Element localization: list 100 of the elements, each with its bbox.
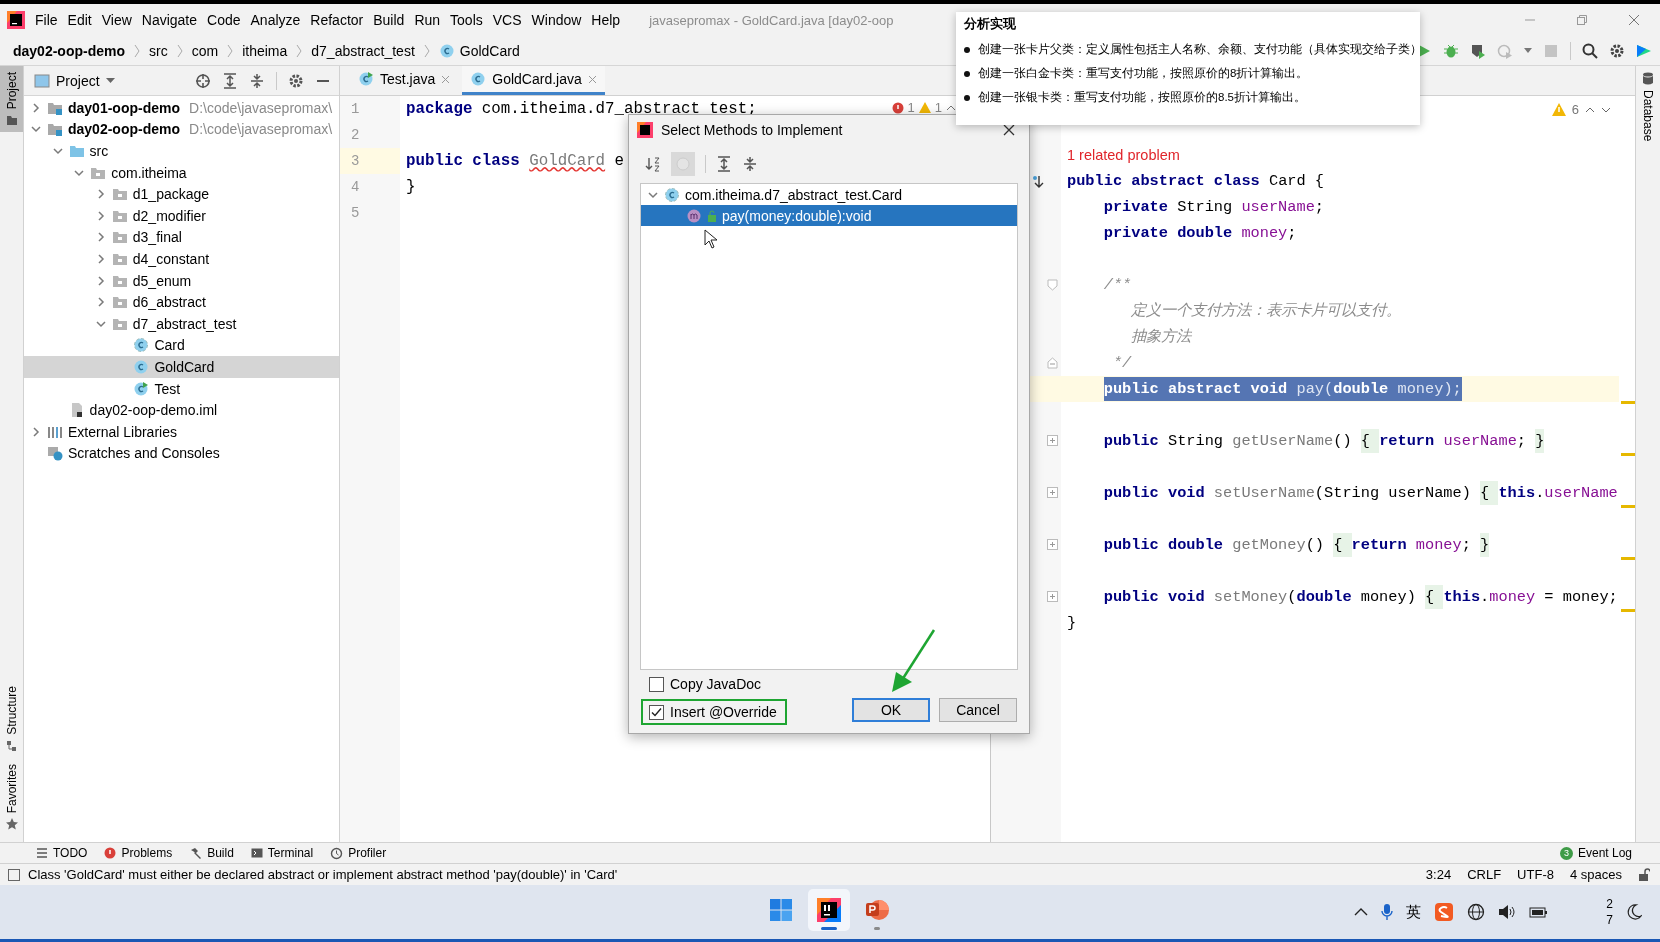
tree-item[interactable]: day02-oop-demo D:\code\javasepromax\	[24, 118, 339, 141]
volume-icon[interactable]	[1498, 904, 1517, 920]
warning-marker[interactable]	[1621, 557, 1635, 560]
status-item[interactable]: UTF-8	[1517, 867, 1554, 882]
globe-icon[interactable]	[1467, 903, 1486, 921]
method-tree-item[interactable]: pay(money:double):void	[641, 205, 1017, 226]
menu-item[interactable]: VCS	[487, 10, 527, 30]
lock-icon[interactable]	[1638, 868, 1650, 881]
menu-item[interactable]: Refactor	[305, 10, 369, 30]
close-icon[interactable]	[1628, 14, 1640, 26]
battery-icon[interactable]	[1529, 905, 1550, 919]
panel-toggle-icon[interactable]	[8, 868, 20, 881]
menu-item[interactable]: Code	[202, 10, 246, 30]
input-app-icon[interactable]	[1434, 902, 1455, 922]
logo-icon[interactable]	[1636, 42, 1652, 59]
warning-marker[interactable]	[1621, 401, 1635, 404]
tree-item[interactable]: d7_abstract_test	[24, 312, 339, 335]
input-method-indicator[interactable]: 英	[1406, 902, 1422, 922]
tree-item[interactable]: d4_constant	[24, 248, 339, 270]
collapse-all-icon[interactable]	[249, 72, 265, 89]
tree-item[interactable]: com.itheima	[24, 161, 339, 184]
tree-item[interactable]: day01-oop-demo D:\code\javasepromax\	[24, 97, 339, 119]
checkbox[interactable]	[649, 676, 664, 692]
tool-window-button[interactable]: Profiler	[330, 846, 387, 860]
breadcrumb-item[interactable]: day02-oop-demo	[13, 42, 125, 59]
tool-window-button[interactable]: TODO	[36, 846, 88, 860]
tree-item[interactable]: src	[24, 140, 339, 162]
restore-icon[interactable]	[1576, 14, 1588, 26]
settings-icon[interactable]	[1609, 42, 1625, 59]
menu-item[interactable]: View	[96, 10, 137, 30]
menu-item[interactable]: Window	[526, 10, 587, 30]
chevron-icon[interactable]	[30, 425, 42, 438]
editor-tab[interactable]: GoldCard.java	[462, 66, 605, 95]
warning-marker[interactable]	[1621, 609, 1635, 612]
warning-marker[interactable]	[1621, 505, 1635, 508]
dialog-button[interactable]: OK	[852, 698, 930, 722]
tool-window-button[interactable]: Terminal	[250, 846, 314, 860]
target-icon[interactable]	[195, 72, 211, 89]
checkbox-option[interactable]: Insert @Override	[641, 699, 787, 725]
expand-all-icon[interactable]	[716, 156, 732, 172]
tree-item[interactable]: d2_modifier	[24, 204, 339, 227]
menu-item[interactable]: Run	[409, 10, 446, 30]
status-item[interactable]: 4 spaces	[1569, 867, 1622, 882]
search-icon[interactable]	[1582, 42, 1598, 59]
close-icon[interactable]	[441, 74, 451, 84]
toggle-button[interactable]	[671, 152, 695, 176]
chevron-up-icon[interactable]	[1354, 907, 1369, 917]
menu-item[interactable]: File	[30, 10, 63, 30]
chevron-down-icon[interactable]	[1601, 105, 1611, 114]
dialog-button[interactable]: Cancel	[939, 698, 1017, 722]
tree-item[interactable]: Card	[24, 334, 339, 357]
tree-item[interactable]: d3_final	[24, 226, 339, 249]
coverage-icon[interactable]	[1470, 42, 1486, 59]
method-tree-item[interactable]: com.itheima.d7_abstract_test.Card	[641, 184, 1017, 205]
tree-item[interactable]: d1_package	[24, 183, 339, 205]
tool-window-tab[interactable]: Database	[1636, 66, 1660, 148]
caret-icon[interactable]	[1524, 47, 1532, 54]
checkbox-option[interactable]: Copy JavaDoc	[641, 671, 787, 697]
menu-item[interactable]: Edit	[62, 10, 97, 30]
breadcrumb-item[interactable]: itheima	[242, 42, 288, 59]
tree-item[interactable]: d6_abstract	[24, 291, 339, 313]
status-item[interactable]: 3:24	[1425, 867, 1452, 882]
menu-item[interactable]: Tools	[445, 10, 488, 30]
breadcrumb-item[interactable]: d7_abstract_test	[311, 42, 415, 59]
clock[interactable]: 2 7	[1606, 896, 1613, 928]
tree-item[interactable]: GoldCard	[24, 356, 339, 378]
settings-icon[interactable]	[288, 72, 304, 89]
breadcrumb-item[interactable]: GoldCard	[459, 42, 520, 59]
tree-item[interactable]: Test	[24, 377, 339, 400]
related-problem-hint[interactable]: 1 related problem	[1067, 142, 1180, 168]
bug-icon[interactable]	[1443, 42, 1459, 59]
tool-window-tab[interactable]: Project	[0, 66, 23, 133]
tree-item[interactable]: d5_enum	[24, 269, 339, 292]
warning-marker[interactable]	[1621, 453, 1635, 456]
breadcrumb-item[interactable]: src	[149, 42, 168, 59]
tool-window-tab[interactable]: Structure	[0, 679, 23, 758]
chevron-up-icon[interactable]	[1585, 105, 1595, 114]
close-button[interactable]	[1003, 124, 1015, 136]
tool-window-button[interactable]: 3 Event Log	[1559, 846, 1660, 860]
project-view-dropdown[interactable]: Project	[34, 72, 115, 89]
tool-window-button[interactable]: Build	[189, 846, 234, 860]
menu-item[interactable]: Help	[586, 10, 626, 30]
expand-all-icon[interactable]	[222, 72, 238, 89]
editor-tab[interactable]: Test.java	[350, 66, 459, 95]
tool-window-button[interactable]: Problems	[104, 846, 173, 860]
chevron-icon[interactable]	[51, 145, 64, 157]
chevron-icon[interactable]	[30, 101, 42, 114]
breadcrumb-item[interactable]: com	[191, 42, 219, 59]
microphone-icon[interactable]	[1381, 903, 1394, 921]
sort-icon[interactable]	[645, 156, 661, 172]
close-icon[interactable]	[587, 74, 597, 84]
taskbar-app[interactable]	[808, 889, 850, 931]
checkbox[interactable]	[649, 704, 664, 720]
tree-item[interactable]: External Libraries	[24, 420, 339, 443]
status-item[interactable]: CRLF	[1467, 867, 1502, 882]
menu-item[interactable]: Analyze	[245, 10, 306, 30]
moon-icon[interactable]	[1626, 904, 1642, 920]
tree-item[interactable]: Scratches and Consoles	[24, 442, 339, 465]
tool-window-tab[interactable]: Favorites	[0, 757, 23, 836]
menu-item[interactable]: Navigate	[136, 10, 203, 30]
